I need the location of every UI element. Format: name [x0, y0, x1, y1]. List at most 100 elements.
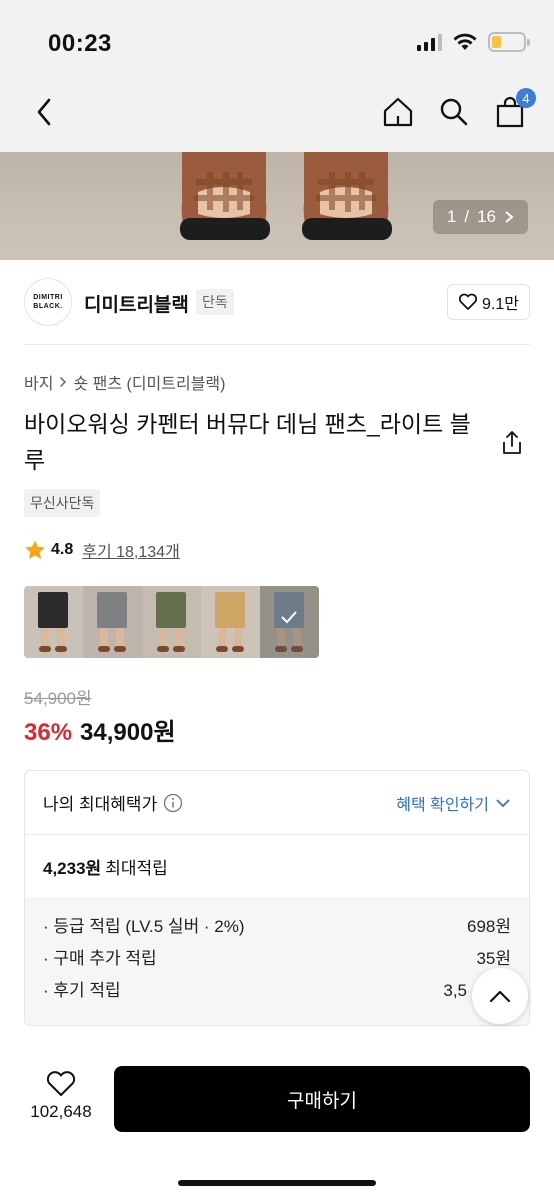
shoe — [275, 646, 287, 652]
review-count-link[interactable]: 후기 18,134개 — [82, 538, 180, 562]
shorts-thumbnail — [215, 592, 245, 628]
chevron-left-icon — [37, 98, 51, 126]
search-icon — [440, 98, 468, 126]
page-total: 16 — [477, 207, 496, 226]
brand-logo[interactable]: DIMITRI BLACK. — [24, 278, 72, 326]
color-option-khaki[interactable] — [142, 586, 201, 658]
wifi-icon — [453, 33, 477, 50]
leg — [100, 628, 108, 646]
leg — [175, 628, 183, 646]
share-button[interactable] — [500, 430, 528, 458]
discount-rate: 36% — [24, 719, 73, 746]
info-icon[interactable] — [163, 793, 183, 813]
cart-count-badge: 4 — [516, 88, 536, 108]
benefit-item-label: · 구매 추가 적립 — [43, 949, 157, 968]
color-option-light-blue[interactable] — [260, 586, 319, 658]
benefit-total-suffix: 최대적립 — [105, 858, 168, 878]
original-price: 54,900원 — [24, 689, 92, 708]
checkmark-icon — [281, 611, 297, 624]
shoe — [216, 646, 228, 652]
home-icon — [383, 97, 413, 127]
heart-icon — [46, 1071, 76, 1096]
status-icons — [417, 32, 530, 52]
status-time: 00:23 — [48, 30, 112, 57]
share-icon — [503, 431, 521, 454]
brand-logo-line2: BLACK. — [33, 303, 63, 310]
product-image-carousel[interactable]: 1 / 16 — [0, 152, 554, 260]
chevron-down-icon — [496, 798, 510, 807]
page-current: 1 — [446, 207, 457, 226]
benefit-item-label: · 후기 적립 — [43, 981, 121, 1000]
home-button[interactable] — [380, 94, 416, 130]
leg — [293, 628, 301, 646]
chevron-up-icon — [489, 990, 511, 1003]
image-page-indicator[interactable]: 1 / 16 — [432, 200, 528, 234]
heart-icon — [458, 293, 478, 310]
chevron-right-icon — [505, 211, 514, 223]
shoe — [291, 646, 303, 652]
shoe — [173, 646, 185, 652]
leg — [218, 628, 226, 646]
shoe — [39, 646, 51, 652]
benefit-item: · 구매 추가 적립 35원 — [43, 943, 511, 975]
sale-price: 34,900원 — [80, 719, 176, 746]
benefit-total: 4,233원 최대적립 — [25, 835, 529, 897]
shoe — [55, 646, 67, 652]
shoe — [98, 646, 110, 652]
product-photo — [180, 152, 392, 240]
nav-actions: 4 — [380, 88, 536, 130]
cellular-signal-icon — [417, 33, 442, 51]
benefit-item-value: 698원 — [466, 917, 511, 936]
star-icon — [25, 540, 45, 559]
color-options — [24, 586, 319, 658]
leg — [277, 628, 285, 646]
leg — [41, 628, 49, 646]
check-benefit-label: 혜택 확인하기 — [396, 796, 489, 814]
wishlist-button[interactable]: 102,648 — [24, 1070, 98, 1122]
leg — [57, 628, 65, 646]
price-row: 36% 34,900원 — [24, 712, 176, 747]
color-option-black[interactable] — [24, 586, 83, 658]
benefit-title: 나의 최대혜택가 — [43, 795, 158, 814]
shorts-thumbnail — [38, 592, 68, 628]
cart-button[interactable]: 4 — [492, 88, 536, 130]
divider — [24, 344, 530, 345]
buy-button[interactable]: 구매하기 — [114, 1066, 530, 1132]
shorts-thumbnail — [97, 592, 127, 628]
benefit-list: · 등급 적립 (LV.5 실버 · 2%) 698원 · 구매 추가 적립 3… — [25, 897, 529, 1025]
color-option-grey-wash[interactable] — [83, 586, 142, 658]
bottom-action-bar: 102,648 구매하기 — [0, 1050, 554, 1200]
brand-like-count: 9.1만 — [482, 296, 519, 313]
scroll-to-top-button[interactable] — [472, 968, 528, 1024]
shorts-thumbnail — [156, 592, 186, 628]
search-button[interactable] — [436, 94, 472, 130]
leg — [234, 628, 242, 646]
brand-exclusive-tag: 단독 — [196, 289, 234, 315]
shoe — [114, 646, 126, 652]
rating-row[interactable]: 4.8 후기 18,134개 — [24, 538, 180, 562]
breadcrumb-item-pants[interactable]: 바지 — [24, 370, 53, 394]
brand-name[interactable]: 디미트리블랙 — [84, 290, 189, 317]
benefit-title-group: 나의 최대혜택가 — [43, 790, 183, 815]
breadcrumb: 바지 숏 팬츠 (디미트리블랙) — [24, 370, 225, 394]
page-separator: / — [464, 207, 470, 226]
color-option-beige[interactable] — [201, 586, 260, 658]
benefit-item: · 후기 적립 3,5 — [43, 975, 511, 1007]
status-bar: 00:23 — [0, 0, 554, 80]
check-benefit-button[interactable]: 혜택 확인하기 — [396, 791, 511, 815]
benefit-item-label: · 등급 적립 (LV.5 실버 · 2%) — [43, 917, 245, 936]
breadcrumb-item-shorts[interactable]: 숏 팬츠 (디미트리블랙) — [73, 370, 225, 394]
benefit-total-amount: 4,233원 — [43, 858, 102, 878]
exclusive-tag: 무신사단독 — [24, 489, 101, 517]
brand-row: DIMITRI BLACK. 디미트리블랙 단독 9.1만 — [0, 260, 554, 346]
rating-score: 4.8 — [51, 541, 74, 558]
battery-icon — [488, 32, 530, 52]
max-benefit-box: 나의 최대혜택가 혜택 확인하기 4,233원 최대적립 · 등급 적립 (LV… — [24, 770, 530, 1026]
chevron-right-icon — [60, 376, 67, 388]
back-button[interactable] — [26, 94, 62, 130]
leg — [159, 628, 167, 646]
brand-like-button[interactable]: 9.1만 — [447, 284, 530, 320]
home-indicator — [178, 1180, 376, 1186]
nav-bar: 4 — [0, 80, 554, 152]
wishlist-count: 102,648 — [30, 1102, 92, 1121]
